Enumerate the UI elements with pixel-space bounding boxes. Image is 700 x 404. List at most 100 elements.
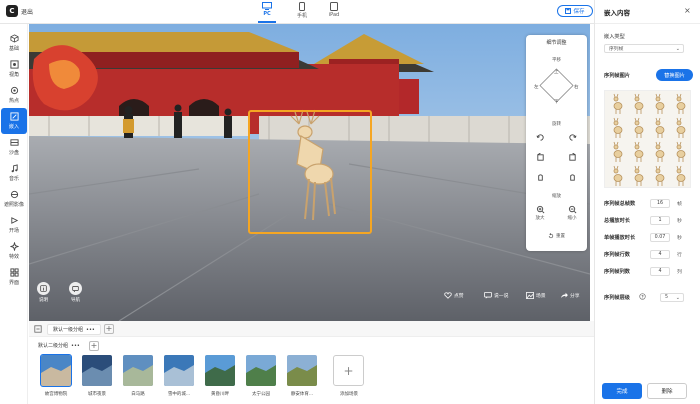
- field-unit: 列: [677, 270, 682, 275]
- reset-button[interactable]: 重置: [526, 233, 587, 239]
- zoom-out-label: 缩小: [567, 216, 577, 221]
- rotate-right-icon[interactable]: [566, 131, 578, 143]
- field-input[interactable]: 1: [650, 216, 670, 225]
- seq-level-select[interactable]: 5 ⌄: [660, 293, 684, 302]
- sidebar-item-sandbox[interactable]: 沙盘: [1, 134, 27, 160]
- embed-type-value: 序列帧: [609, 47, 624, 52]
- embed-type-label: 嵌入类型: [604, 34, 625, 40]
- scene-thumbnail-label: 雪中的城...: [167, 392, 191, 397]
- zoom-in-icon[interactable]: [534, 203, 546, 215]
- zoom-out-icon[interactable]: [566, 203, 578, 215]
- scene-thumbnail[interactable]: [82, 355, 112, 386]
- info-button[interactable]: 说明: [37, 282, 50, 303]
- delete-button[interactable]: 删除: [647, 383, 687, 399]
- field-label: 单帧播放时长: [604, 235, 636, 241]
- add-scene-label: 添加场景: [340, 392, 358, 397]
- scene-thumbnail[interactable]: [123, 355, 153, 386]
- sidebar-item-label: 热点: [8, 98, 19, 104]
- device-pc-tab[interactable]: PC: [255, 2, 279, 17]
- music-icon: [11, 164, 18, 173]
- sidebar-item-mask[interactable]: 遮照影像: [1, 186, 27, 212]
- scene-thumbnail[interactable]: [205, 355, 235, 386]
- field-input[interactable]: 0.07: [650, 233, 670, 242]
- rotate-y-right-icon[interactable]: [566, 171, 578, 183]
- tab-group-1[interactable]: 默认一级分组 •••: [47, 324, 101, 335]
- rotate-x-left-icon[interactable]: [534, 151, 546, 163]
- app-logo: C: [6, 5, 18, 17]
- sidebar-item-music[interactable]: 音乐: [1, 160, 27, 186]
- sidebar-item-basic[interactable]: 基础: [1, 30, 27, 56]
- sidebar-item-effects[interactable]: 特效: [1, 238, 27, 264]
- scene-thumbnail[interactable]: [40, 354, 72, 387]
- field-input[interactable]: 4: [650, 250, 670, 259]
- scene-button[interactable]: 场景: [526, 292, 546, 299]
- device-pc-label: PC: [263, 11, 271, 17]
- add-group-button[interactable]: +: [104, 324, 114, 334]
- save-button[interactable]: 保存: [557, 5, 593, 17]
- collapse-icon[interactable]: [34, 325, 42, 333]
- pan-left-button[interactable]: 左: [534, 84, 539, 90]
- scene-thumbnail[interactable]: [287, 355, 317, 386]
- rotate-x-right-icon[interactable]: [566, 151, 578, 163]
- comment-button[interactable]: 说一说: [484, 292, 508, 299]
- sidebar-item-interface[interactable]: 界面: [1, 264, 27, 290]
- chevron-down-icon: ⌄: [675, 295, 680, 301]
- field-label: 序列帧总帧数: [604, 201, 636, 207]
- device-mobile-tab[interactable]: 手机: [290, 2, 314, 19]
- pan-up-button[interactable]: 上: [554, 69, 559, 75]
- embed-selection-box[interactable]: [248, 110, 372, 234]
- field-input[interactable]: 4: [650, 267, 670, 276]
- zoom-in-label: 放大: [535, 216, 545, 221]
- rotate-left-icon[interactable]: [534, 131, 546, 143]
- add-scene-button[interactable]: +: [333, 355, 364, 386]
- sidebar-item-label: 基础: [8, 46, 19, 52]
- close-icon[interactable]: ×: [684, 6, 691, 15]
- embed-content-panel: 嵌入内容 × 嵌入类型 序列帧 ⌄ 序列帧图片 替换图片 序列帧总帧数 16 帧总播…: [594, 0, 700, 404]
- sequence-image-preview: [604, 90, 691, 188]
- field-unit: 行: [677, 253, 682, 258]
- scene-thumbnail-label: 城市夜景: [88, 392, 106, 397]
- eye-icon: [9, 60, 19, 69]
- cube-icon: [9, 34, 19, 43]
- sidebar-item-label: 开场: [8, 228, 19, 234]
- sidebar-item-opening[interactable]: 开场: [1, 212, 27, 238]
- field-label: 总播放时长: [604, 218, 630, 224]
- pan-right-button[interactable]: 右: [574, 84, 579, 90]
- device-mobile-label: 手机: [296, 13, 307, 19]
- device-ipad-tab[interactable]: iPad: [322, 2, 346, 18]
- like-button[interactable]: 点赞: [444, 292, 464, 299]
- embed-type-select[interactable]: 序列帧 ⌄: [604, 44, 684, 53]
- scene-thumbnail[interactable]: [246, 355, 276, 386]
- done-button[interactable]: 完成: [602, 383, 642, 399]
- replace-image-button[interactable]: 替换图片: [656, 69, 693, 81]
- share-label: 分享: [570, 294, 580, 299]
- chevron-down-icon: ⌄: [675, 46, 680, 52]
- scene-strip: 默认一级分组 ••• + 默认二级分组 ••• + 故宫博物院 城市夜景 白马路 雪中…: [29, 321, 594, 404]
- scene-thumbnail[interactable]: [164, 355, 194, 386]
- sidebar-item-hotspot[interactable]: 热点: [1, 82, 27, 108]
- sidebar-item-label: 音乐: [8, 176, 19, 182]
- scene-thumbnail-label: 白马路: [131, 392, 145, 397]
- add-subgroup-button[interactable]: +: [89, 341, 99, 351]
- sidebar-item-label: 视角: [8, 72, 19, 78]
- save-label: 保存: [573, 9, 585, 15]
- pan-down-button[interactable]: 下: [554, 99, 559, 105]
- sidebar-item-view[interactable]: 视角: [1, 56, 27, 82]
- group-tab-menu-icon[interactable]: •••: [86, 327, 95, 333]
- panel-header: 嵌入内容 ×: [595, 0, 700, 24]
- scene-thumbnail-label: 故宫博物院: [44, 392, 68, 397]
- field-input[interactable]: 16: [650, 199, 670, 208]
- help-icon[interactable]: [639, 293, 646, 300]
- subgroup-tab-menu-icon[interactable]: •••: [71, 343, 80, 349]
- tab-subgroup-1[interactable]: 默认二级分组 •••: [33, 340, 85, 351]
- share-button[interactable]: 分享: [560, 292, 580, 299]
- sidebar-item-label: 嵌入: [8, 124, 19, 130]
- zoom-label: 缩放: [552, 194, 561, 199]
- sidebar-item-embed[interactable]: 嵌入: [1, 108, 27, 134]
- rotate-y-left-icon[interactable]: [534, 171, 546, 183]
- panorama-stage[interactable]: 细节调整 平移 上 下 左 右 旋转 缩放 放大 缩小 重置 说明 导航 点赞 …: [29, 24, 590, 321]
- field-unit: 帧: [677, 202, 682, 207]
- exit-button[interactable]: C 退出: [6, 5, 33, 17]
- active-device-indicator: [258, 21, 276, 23]
- map-button[interactable]: 导航: [69, 282, 82, 303]
